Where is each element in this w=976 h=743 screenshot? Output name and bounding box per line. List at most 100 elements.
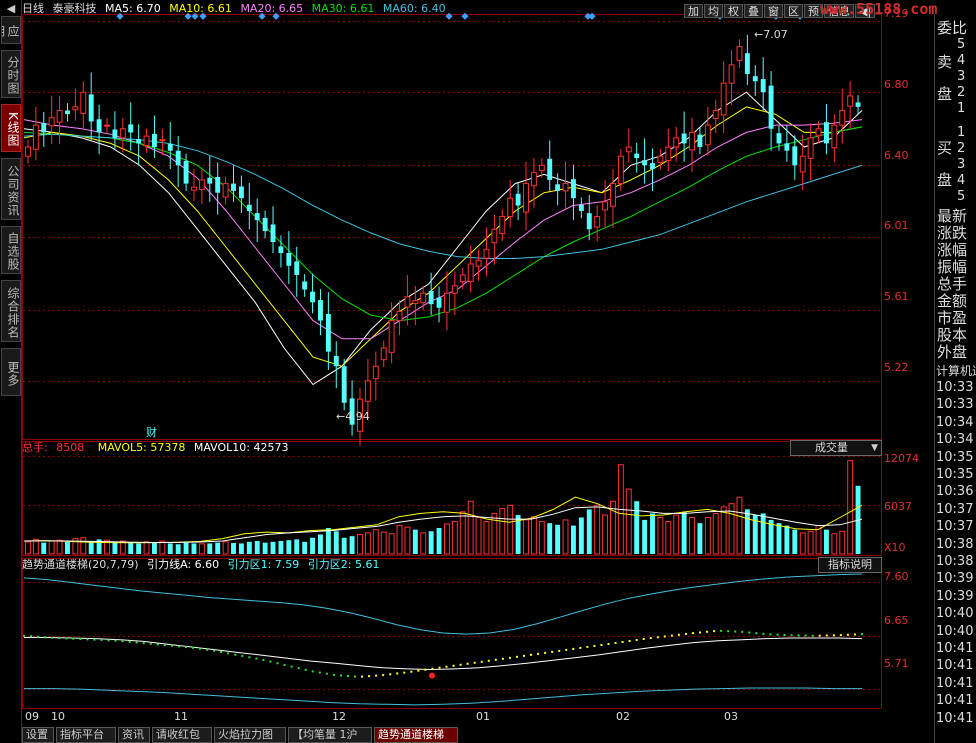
candle-up: [412, 299, 419, 304]
window-button[interactable]: 窗: [764, 4, 783, 18]
sell-level: 3: [957, 69, 966, 84]
tab-trend-channel[interactable]: 趋势通道楼梯: [374, 727, 458, 743]
average-button[interactable]: 均: [704, 4, 723, 18]
nav-ranking[interactable]: 综合排名: [1, 280, 21, 342]
stat-latest: 最新: [937, 207, 968, 225]
buy-level: 2: [957, 141, 966, 156]
tick-time: 10:40: [936, 606, 974, 622]
ma60-value: MA60: 6.40: [382, 2, 446, 15]
nav-more[interactable]: 更多: [1, 348, 21, 396]
stair-step-dot: [734, 630, 737, 633]
stair-step-dot: [368, 675, 371, 678]
rights-button[interactable]: 权: [724, 4, 743, 18]
candle-up: [80, 91, 87, 114]
tab-settings[interactable]: 设置: [22, 727, 54, 743]
stair-step-dot: [832, 634, 835, 637]
stair-step-dot: [656, 636, 659, 639]
stair-step-dot: [438, 666, 441, 669]
tab-indicator-platform[interactable]: 指标平台: [56, 727, 116, 743]
indicator-name[interactable]: 趋势通道楼梯(20,7,79): [22, 558, 139, 571]
zone1-value: 引力区1: 7.59: [227, 558, 300, 571]
period-label[interactable]: 日线: [22, 2, 44, 15]
candle-down: [634, 153, 640, 158]
stair-step-dot: [58, 637, 61, 640]
volume-bar-up: [807, 530, 814, 555]
volume-bar-down: [151, 542, 157, 554]
volume-bar-down: [215, 542, 221, 554]
volume-bar-up: [523, 519, 529, 555]
candle-down: [325, 313, 331, 352]
total-volume-label: 总手: 8508: [22, 441, 85, 454]
date-tick: 10: [51, 710, 65, 723]
volume-bar-up: [143, 541, 150, 555]
stair-step-dot: [727, 630, 730, 633]
indicator-help-button[interactable]: 指标说明: [818, 557, 882, 573]
high-price-annotation: ←7.07: [754, 28, 788, 41]
candle-down: [752, 76, 758, 82]
tab-avg-volume[interactable]: 【均笔量 1沪: [288, 727, 372, 743]
nav-watchlist[interactable]: 自选股: [1, 226, 21, 274]
candle-down: [254, 213, 260, 221]
candle-up: [610, 183, 616, 207]
nav-intraday-chart[interactable]: 分时图: [1, 50, 21, 98]
candle-down: [294, 261, 300, 275]
stair-step-dot: [853, 633, 856, 636]
price-axis-label: 6.40: [884, 149, 909, 162]
volume-bar-up: [736, 496, 743, 555]
collapse-icon[interactable]: ◀: [2, 2, 20, 16]
stair-step-dot: [128, 640, 131, 643]
stat-change: 涨跌: [937, 224, 968, 242]
quote-panel: 委比 卖 盘 5 4 3 2 1 买 盘 1 2 3 4 5 最新 涨跌 涨幅 …: [934, 14, 976, 743]
candle-up: [594, 215, 601, 228]
stock-name: 泰豪科技: [52, 2, 97, 15]
candle-down: [642, 160, 648, 166]
stair-step-dot: [839, 634, 842, 637]
candle-down: [136, 139, 142, 144]
low-price-annotation: ←4.94: [336, 410, 370, 423]
tab-flame-chart[interactable]: 火焰拉力图: [214, 727, 286, 743]
candle-up: [562, 183, 569, 192]
volume-bar-down: [744, 509, 750, 554]
price-axis-label: 7.19: [884, 7, 909, 20]
volume-bar-up: [198, 543, 205, 555]
candle-up: [499, 215, 506, 235]
volume-bar-up: [372, 529, 379, 555]
overlay-button[interactable]: 叠: [744, 4, 763, 18]
range-button[interactable]: 区: [784, 4, 803, 18]
line-a-value: 引力线A: 6.60: [147, 558, 220, 571]
candle-up: [444, 292, 450, 313]
stair-step-dot: [121, 640, 124, 643]
nav-company-news[interactable]: 公司资讯: [1, 158, 21, 220]
candle-up: [807, 137, 814, 159]
volume-bar-down: [65, 541, 70, 554]
candle-up: [222, 183, 229, 198]
volume-bar-down: [191, 543, 197, 554]
candle-up: [523, 183, 529, 213]
stair-step-dot: [65, 637, 68, 640]
candle-up: [404, 296, 411, 308]
candle-up: [119, 128, 126, 139]
tab-red-packet[interactable]: 请收红包: [152, 727, 212, 743]
tab-news[interactable]: 资讯: [118, 727, 150, 743]
stair-step-dot: [762, 632, 765, 635]
volume-bar-down: [136, 543, 142, 554]
add-button[interactable]: 加: [684, 4, 703, 18]
chart-area[interactable]: [0, 0, 976, 743]
candle-up: [388, 320, 395, 353]
volume-indicator-select[interactable]: 成交量 ▼: [790, 440, 882, 456]
nav-kline-chart[interactable]: K线图: [1, 104, 21, 152]
candle-up: [736, 46, 743, 61]
nav-app[interactable]: 应用: [1, 16, 21, 44]
candle-down: [697, 134, 703, 148]
stair-step-dot: [192, 646, 195, 649]
stair-step-dot: [572, 647, 575, 650]
volume-bar-up: [467, 500, 474, 555]
finance-marker[interactable]: 财: [146, 424, 157, 440]
candle-down: [650, 163, 655, 169]
volume-bar-down: [555, 524, 561, 554]
volume-bar-down: [278, 541, 284, 554]
candle-up: [815, 128, 822, 137]
candle-down: [167, 144, 173, 151]
candle-down: [207, 177, 213, 184]
stair-step-dot: [621, 640, 624, 643]
